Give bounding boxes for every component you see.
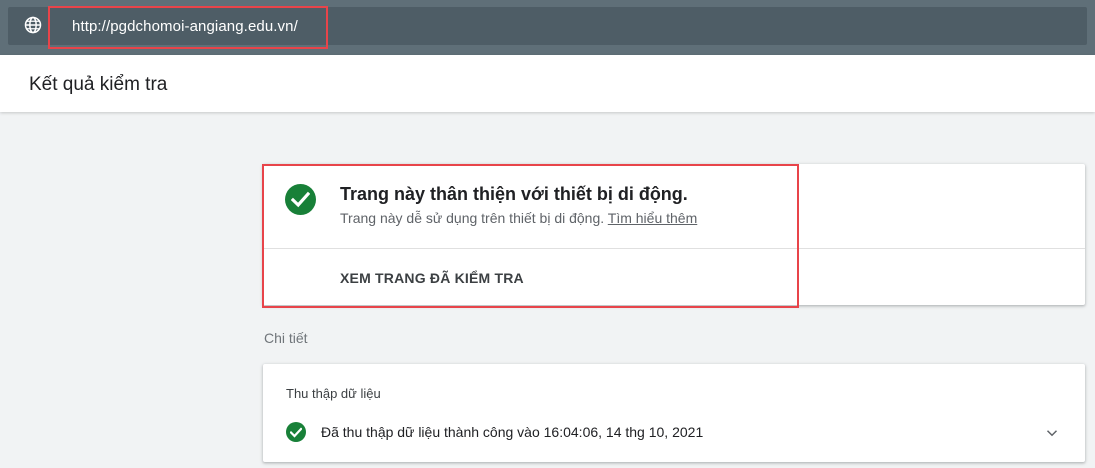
details-heading: Chi tiết <box>264 330 308 346</box>
details-card: Thu thập dữ liệu Đã thu thập dữ liệu thà… <box>263 364 1085 462</box>
result-highlight-box <box>262 164 799 308</box>
page-header: Kết quả kiểm tra <box>0 55 1095 112</box>
globe-icon <box>24 16 42 34</box>
check-circle-icon <box>286 422 306 442</box>
url-highlight-box <box>48 6 328 49</box>
chevron-down-icon[interactable] <box>1043 424 1061 442</box>
crawl-section-title: Thu thập dữ liệu <box>286 386 381 401</box>
page-title: Kết quả kiểm tra <box>29 74 168 95</box>
crawl-status-text: Đã thu thập dữ liệu thành công vào 16:04… <box>321 424 704 440</box>
